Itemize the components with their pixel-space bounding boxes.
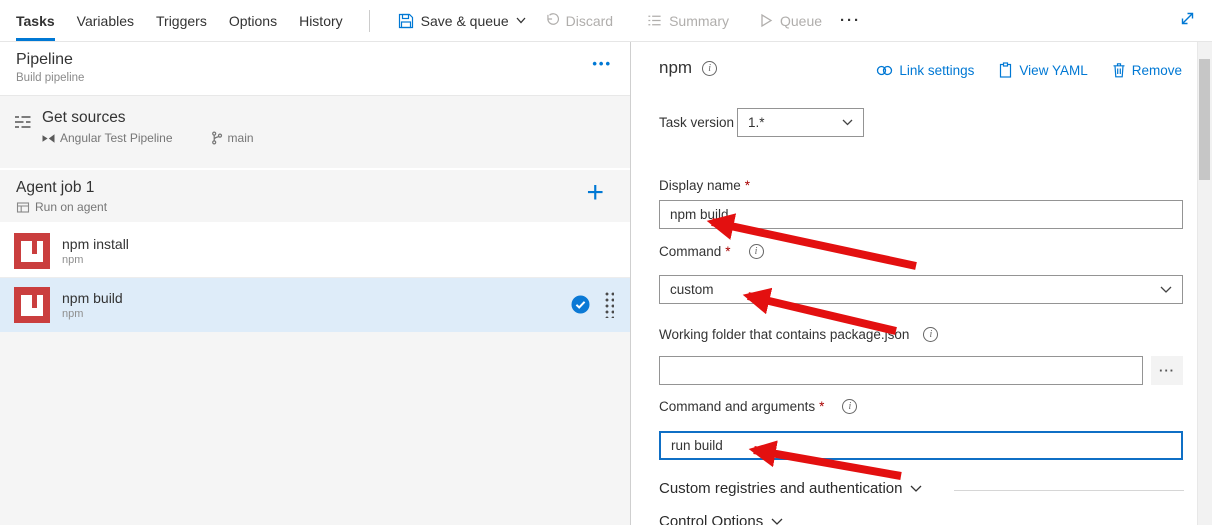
chevron-down-icon (516, 17, 526, 24)
npm-icon (14, 233, 50, 269)
scrollbar[interactable] (1197, 42, 1212, 525)
task-version-dropdown[interactable]: 1.* (737, 108, 864, 137)
tab-tasks[interactable]: Tasks (16, 0, 55, 42)
control-options-section-toggle[interactable]: Control Options (659, 513, 783, 525)
view-yaml-button[interactable]: View YAML (998, 62, 1087, 78)
add-task-button[interactable]: + (586, 178, 604, 208)
task-row-npm-install[interactable]: npm install npm (0, 224, 630, 278)
required-marker: * (819, 399, 824, 414)
task-version-label: Task version (659, 115, 734, 130)
working-folder-input[interactable] (659, 356, 1143, 385)
required-marker: * (745, 178, 750, 193)
save-queue-label: Save & queue (421, 13, 509, 29)
command-args-label: Command and arguments* (659, 399, 824, 414)
task-row-npm-build[interactable]: npm build npm (0, 278, 630, 332)
info-icon[interactable]: i (842, 399, 857, 414)
task-panel-title: npm (659, 58, 692, 78)
chevron-down-icon (771, 518, 783, 525)
section-divider (954, 490, 1184, 491)
discard-label: Discard (566, 13, 613, 29)
pipeline-header: Pipeline Build pipeline ••• (0, 42, 630, 96)
selected-check-icon (571, 295, 590, 314)
npm-icon (14, 287, 50, 323)
remove-button[interactable]: Remove (1112, 62, 1182, 78)
task-version-value: 1.* (748, 115, 765, 130)
display-name-label: Display name* (659, 178, 750, 193)
tab-triggers[interactable]: Triggers (156, 0, 207, 42)
chevron-down-icon (1160, 286, 1172, 294)
get-sources-item[interactable]: Get sources Angular Test Pipeline main (0, 96, 630, 170)
agent-job-subtitle: Run on agent (35, 200, 107, 214)
queue-label: Queue (780, 13, 822, 29)
task-subtitle: npm (62, 254, 129, 266)
save-queue-button[interactable]: Save & queue (398, 13, 526, 29)
link-icon (876, 64, 893, 77)
tab-variables[interactable]: Variables (77, 0, 134, 42)
tab-history[interactable]: History (299, 0, 343, 42)
save-icon (398, 13, 414, 29)
queue-button[interactable]: Queue (759, 13, 822, 29)
view-yaml-label: View YAML (1019, 63, 1087, 78)
display-name-input[interactable] (659, 200, 1183, 229)
command-label: Command* (659, 244, 731, 259)
scrollbar-thumb[interactable] (1199, 59, 1210, 180)
summary-list-icon (647, 13, 662, 28)
info-icon[interactable]: i (923, 327, 938, 342)
play-icon (759, 13, 773, 28)
task-settings-panel: npm i Link settings View YAML Remove Tas… (632, 42, 1212, 525)
summary-button[interactable]: Summary (647, 13, 729, 29)
discard-button[interactable]: Discard (544, 13, 613, 29)
toolbar: Tasks Variables Triggers Options History… (0, 0, 1212, 42)
chevron-down-icon (910, 485, 922, 493)
repo-name: Angular Test Pipeline (60, 131, 173, 145)
browse-button[interactable]: ··· (1151, 356, 1183, 385)
required-marker: * (725, 244, 730, 259)
branch-name: main (228, 131, 254, 145)
trash-icon (1112, 62, 1126, 78)
custom-registries-section-toggle[interactable]: Custom registries and authentication (659, 480, 922, 497)
pipeline-more-button[interactable]: ••• (592, 56, 612, 71)
summary-label: Summary (669, 13, 729, 29)
agent-icon (16, 201, 30, 214)
pipeline-subtitle: Build pipeline (16, 72, 614, 84)
tab-options[interactable]: Options (229, 0, 277, 42)
command-args-input[interactable] (659, 431, 1183, 460)
control-options-label: Control Options (659, 513, 763, 525)
chevron-down-icon (842, 119, 853, 126)
get-sources-icon (14, 114, 32, 168)
task-subtitle: npm (62, 308, 123, 320)
command-dropdown[interactable]: custom (659, 275, 1183, 304)
toolbar-divider (369, 10, 370, 32)
undo-icon (544, 13, 559, 28)
toolbar-more-button[interactable]: ··· (840, 12, 861, 29)
link-settings-label: Link settings (899, 63, 974, 78)
custom-registries-label: Custom registries and authentication (659, 480, 902, 497)
agent-job-header[interactable]: Agent job 1 Run on agent + (0, 170, 630, 224)
remove-label: Remove (1132, 63, 1182, 78)
azure-repos-icon (42, 133, 55, 144)
drag-handle[interactable] (604, 291, 614, 318)
pipeline-title: Pipeline (16, 51, 614, 69)
fullscreen-expand-icon[interactable] (1179, 10, 1196, 32)
get-sources-title: Get sources (42, 109, 254, 127)
branch-icon (211, 131, 223, 145)
agent-job-title: Agent job 1 (16, 179, 614, 197)
info-icon[interactable]: i (702, 61, 717, 76)
task-title: npm install (62, 236, 129, 252)
command-value: custom (670, 282, 714, 297)
working-folder-label: Working folder that contains package.jso… (659, 327, 909, 342)
info-icon[interactable]: i (749, 244, 764, 259)
pipeline-task-list-panel: Pipeline Build pipeline ••• Get sources … (0, 42, 631, 525)
clipboard-icon (998, 62, 1013, 78)
task-title: npm build (62, 290, 123, 306)
link-settings-button[interactable]: Link settings (876, 62, 974, 78)
